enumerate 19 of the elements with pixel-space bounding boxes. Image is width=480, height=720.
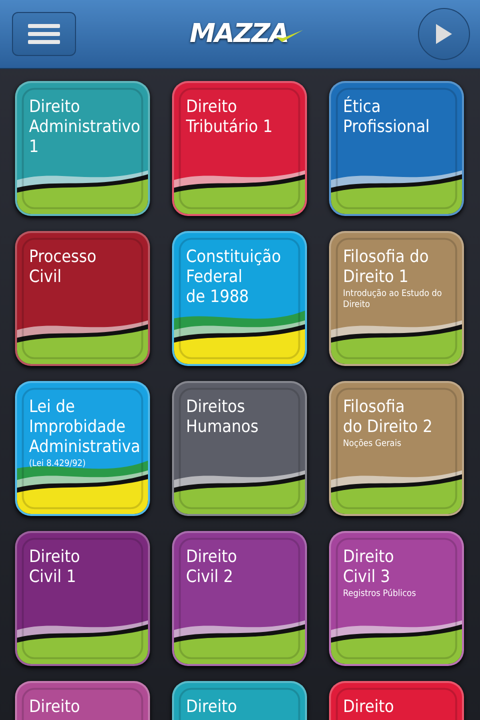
course-tile[interactable]: Direito Tributário 1 (172, 81, 307, 216)
course-tile[interactable]: Direito (329, 681, 464, 720)
menu-icon (28, 22, 60, 46)
course-tile[interactable]: Direito Administrativo 1 (15, 81, 150, 216)
course-tile[interactable]: Direito Civil 2 (172, 531, 307, 666)
course-tile[interactable]: Filosofia do Direito 2 Noções Gerais (329, 381, 464, 516)
course-tile[interactable]: Direito (15, 681, 150, 720)
course-tile[interactable]: Ética Profissional (329, 81, 464, 216)
course-tile[interactable]: Direito (172, 681, 307, 720)
course-tile[interactable]: Filosofia do Direito 1 Introdução ao Estudo do Direito (329, 231, 464, 366)
course-tile[interactable]: Direitos Humanos (172, 381, 307, 516)
course-tile[interactable]: Direito Civil 3 Registros Públicos (329, 531, 464, 666)
course-tile[interactable]: Direito Civil 1 (15, 531, 150, 666)
play-icon (436, 24, 452, 44)
menu-button[interactable] (12, 12, 76, 56)
course-tile[interactable]: Constituição Federal de 1988 (172, 231, 307, 366)
logo: MAZZA (190, 19, 288, 49)
course-tile[interactable]: Processo Civil (15, 231, 150, 366)
course-tile[interactable]: Lei de Improbidade Administrativa (Lei 8.429/92) (15, 381, 150, 516)
